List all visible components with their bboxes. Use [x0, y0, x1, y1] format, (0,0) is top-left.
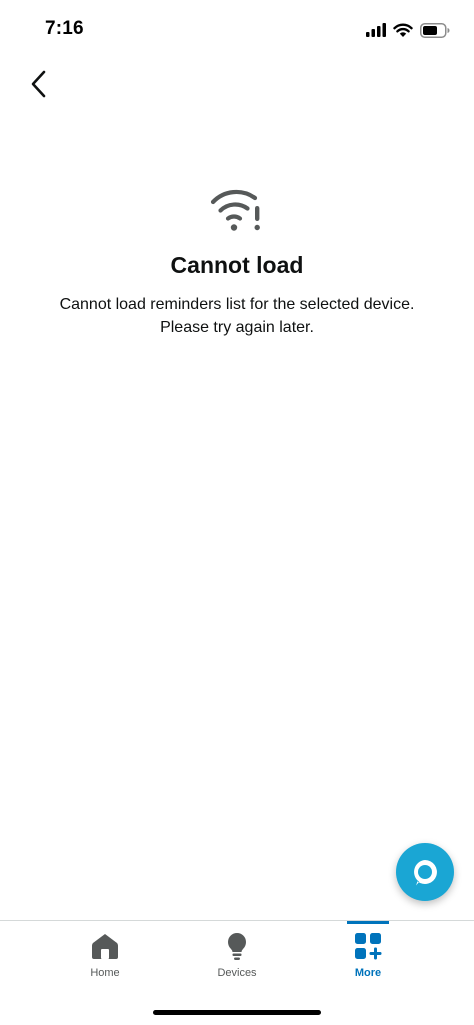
back-button[interactable]: [22, 66, 54, 102]
tab-devices[interactable]: Devices: [172, 921, 302, 991]
lightbulb-icon: [228, 933, 246, 960]
status-icons: [366, 20, 450, 40]
tab-devices-label: Devices: [217, 967, 257, 979]
cellular-signal-icon: [366, 23, 386, 37]
wifi-alert-icon: [210, 189, 260, 231]
error-message: Cannot load reminders list for the selec…: [59, 296, 415, 336]
chevron-left-icon: [31, 70, 46, 98]
home-indicator: [153, 1010, 321, 1015]
error-title: Cannot load: [170, 252, 304, 278]
alexa-button[interactable]: [396, 843, 454, 901]
home-icon: [92, 934, 118, 959]
tab-more[interactable]: More: [303, 921, 433, 991]
status-time: 7:16: [45, 18, 84, 39]
tab-home-label: Home: [90, 967, 120, 979]
grid-plus-icon: [355, 933, 382, 960]
battery-icon: [420, 22, 450, 38]
tab-home[interactable]: Home: [40, 921, 170, 991]
status-bar: 7:16: [0, 0, 474, 60]
alexa-icon: [414, 860, 437, 886]
screen: 7:16 Cannot load Cannot load reminders l…: [0, 0, 474, 1025]
tab-more-label: More: [354, 967, 382, 979]
error-state: Cannot load Cannot load reminders list f…: [0, 186, 474, 339]
wifi-status-icon: [393, 23, 413, 37]
